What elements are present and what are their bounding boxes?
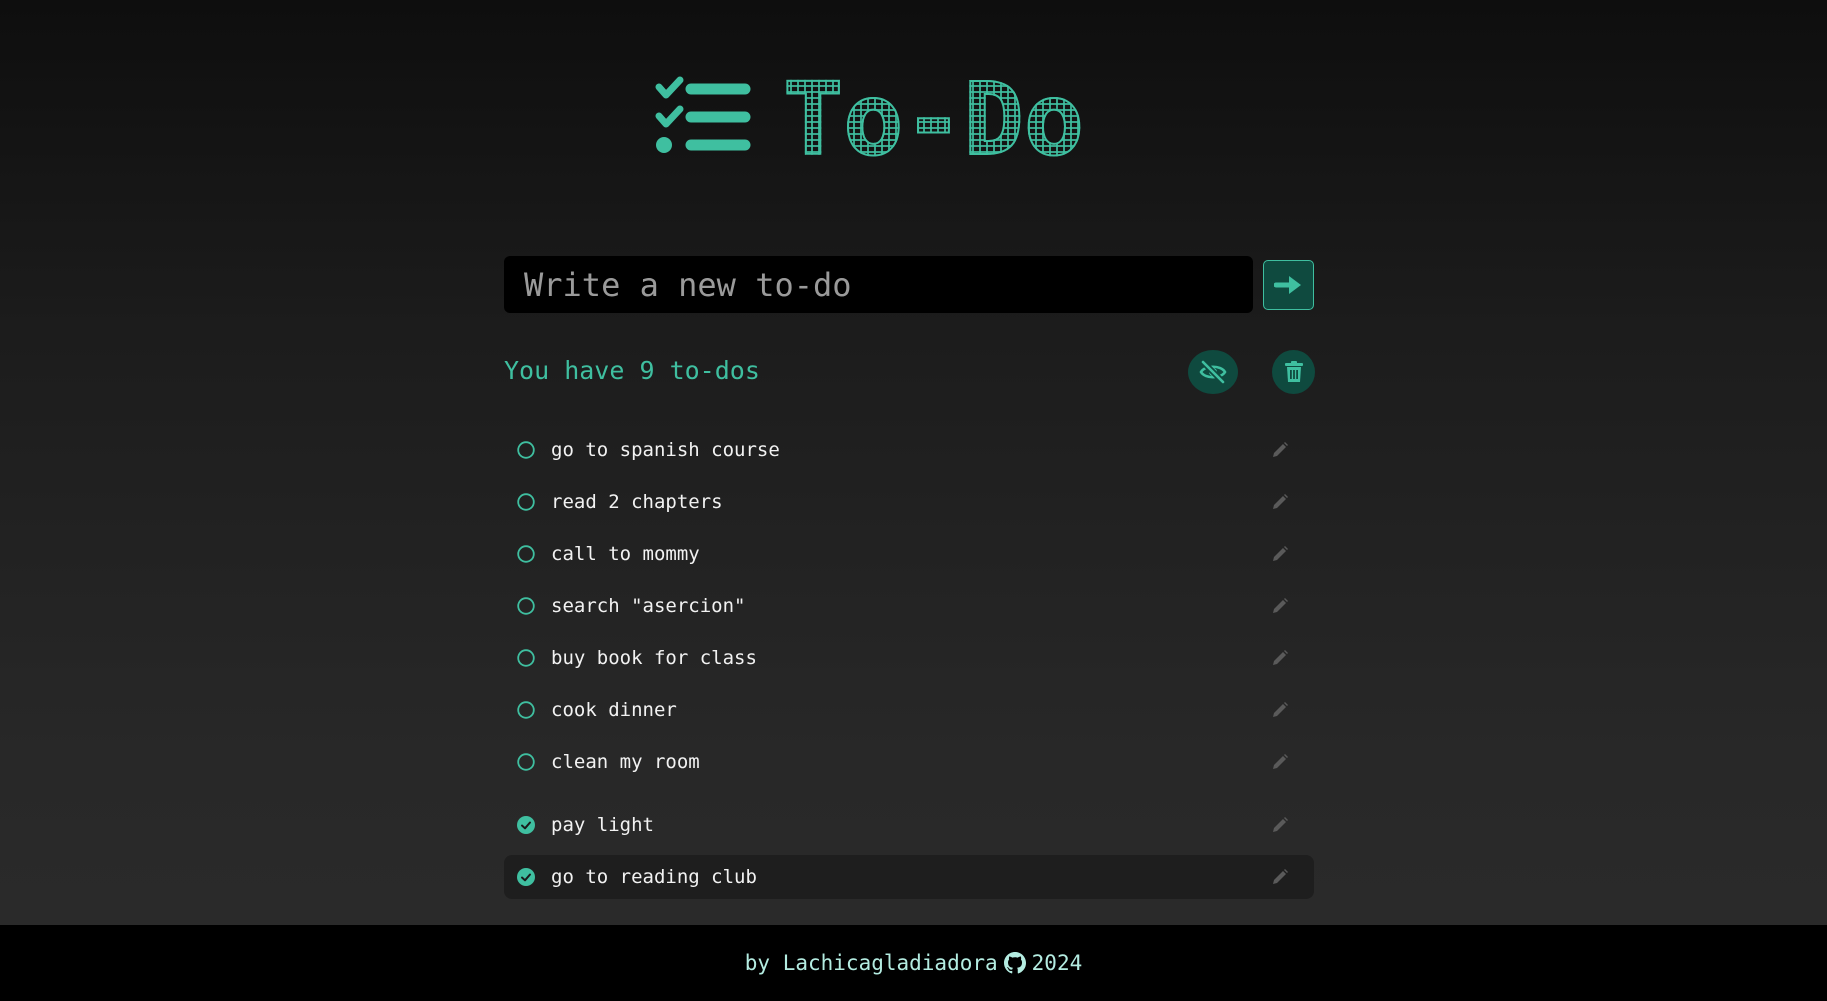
unchecked-circle-icon[interactable] bbox=[517, 545, 535, 563]
checked-circle-icon[interactable] bbox=[517, 816, 535, 834]
new-todo-input[interactable] bbox=[504, 256, 1253, 313]
todo-text: read 2 chapters bbox=[551, 491, 723, 513]
todo-item-completed: pay light bbox=[504, 803, 1314, 847]
unchecked-circle-icon[interactable] bbox=[517, 597, 535, 615]
pencil-icon[interactable] bbox=[1271, 816, 1289, 834]
todo-item: search "asercion" bbox=[504, 584, 1314, 628]
todo-list: go to spanish course read 2 chapters cal… bbox=[504, 428, 1314, 907]
unchecked-circle-icon[interactable] bbox=[517, 493, 535, 511]
delete-completed-button[interactable] bbox=[1272, 350, 1315, 394]
add-todo-button[interactable] bbox=[1263, 260, 1314, 310]
pencil-icon[interactable] bbox=[1271, 649, 1289, 667]
checklist-icon bbox=[655, 76, 751, 153]
todo-text: go to reading club bbox=[551, 866, 757, 888]
footer-year: 2024 bbox=[1031, 951, 1083, 975]
todo-count: You have 9 to-dos bbox=[504, 356, 760, 385]
hide-completed-button[interactable] bbox=[1188, 350, 1238, 394]
unchecked-circle-icon[interactable] bbox=[517, 441, 535, 459]
trash-icon bbox=[1284, 361, 1303, 382]
pencil-icon[interactable] bbox=[1271, 868, 1289, 886]
footer-by: by bbox=[744, 951, 771, 975]
app-logo: To-Do bbox=[655, 61, 1085, 178]
footer: by Lachicagladiadora 2024 bbox=[0, 925, 1827, 1001]
todo-text: buy book for class bbox=[551, 647, 757, 669]
checked-circle-icon[interactable] bbox=[517, 868, 535, 886]
todo-item: clean my room bbox=[504, 740, 1314, 784]
pencil-icon[interactable] bbox=[1271, 701, 1289, 719]
todo-text: go to spanish course bbox=[551, 439, 780, 461]
todo-item-completed: go to reading club bbox=[504, 855, 1314, 899]
github-icon[interactable] bbox=[1003, 952, 1026, 974]
todo-item: cook dinner bbox=[504, 688, 1314, 732]
pencil-icon[interactable] bbox=[1271, 753, 1289, 771]
unchecked-circle-icon[interactable] bbox=[517, 753, 535, 771]
unchecked-circle-icon[interactable] bbox=[517, 649, 535, 667]
todo-text: pay light bbox=[551, 814, 654, 836]
pencil-icon[interactable] bbox=[1271, 545, 1289, 563]
unchecked-circle-icon[interactable] bbox=[517, 701, 535, 719]
todo-text: call to mommy bbox=[551, 543, 700, 565]
todo-item: read 2 chapters bbox=[504, 480, 1314, 524]
todo-text: search "asercion" bbox=[551, 595, 746, 617]
pencil-icon[interactable] bbox=[1271, 597, 1289, 615]
pencil-icon[interactable] bbox=[1271, 441, 1289, 459]
todo-text: clean my room bbox=[551, 751, 700, 773]
todo-item: call to mommy bbox=[504, 532, 1314, 576]
todo-item: buy book for class bbox=[504, 636, 1314, 680]
todo-text: cook dinner bbox=[551, 699, 677, 721]
author-link[interactable]: Lachicagladiadora bbox=[783, 951, 998, 975]
pencil-icon[interactable] bbox=[1271, 493, 1289, 511]
todo-item: go to spanish course bbox=[504, 428, 1314, 472]
eye-slash-icon bbox=[1199, 360, 1227, 384]
app-title: To-Do bbox=[782, 61, 1085, 178]
arrow-right-icon bbox=[1273, 276, 1301, 294]
